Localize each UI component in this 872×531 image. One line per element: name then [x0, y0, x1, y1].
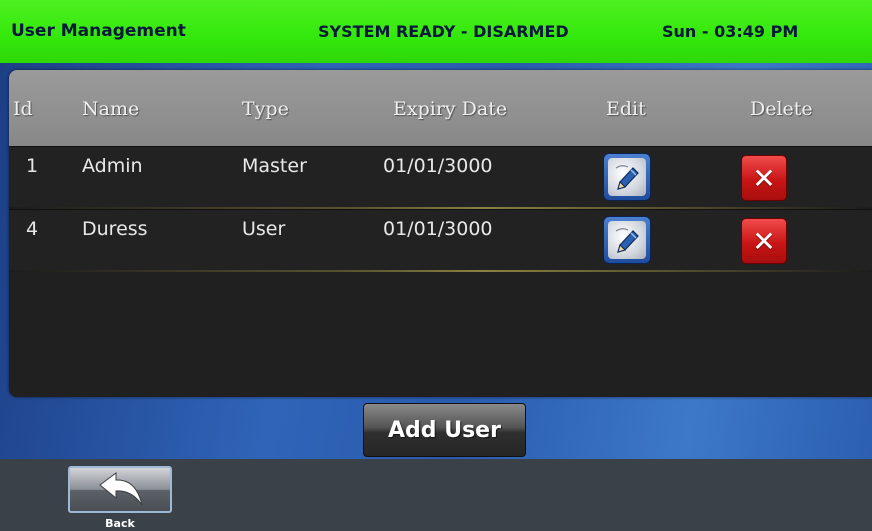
table-row[interactable]: 1 Admin Master 01/01/3000 ✕ — [9, 146, 872, 209]
column-header-type: Type — [242, 98, 289, 120]
column-header-delete: Delete — [750, 98, 813, 120]
add-user-button[interactable]: Add User — [363, 403, 526, 457]
status-bar: User Management SYSTEM READY - DISARMED … — [0, 0, 872, 63]
column-header-edit: Edit — [606, 98, 646, 120]
pencil-edit-icon — [608, 221, 646, 259]
row-expiry: 01/01/3000 — [383, 218, 493, 240]
delete-user-button[interactable]: ✕ — [741, 155, 787, 201]
edit-user-button[interactable] — [603, 153, 651, 201]
add-user-label: Add User — [388, 417, 501, 443]
row-id: 1 — [26, 155, 39, 177]
back-arrow-icon — [99, 471, 143, 505]
row-name: Admin — [82, 155, 143, 177]
page-title: User Management — [11, 21, 186, 41]
close-x-icon: ✕ — [752, 161, 776, 195]
delete-user-button[interactable]: ✕ — [741, 218, 787, 264]
row-type: User — [242, 218, 286, 240]
table-row[interactable]: 4 Duress User 01/01/3000 ✕ — [9, 209, 872, 272]
row-divider — [9, 270, 872, 272]
footer-bar: Back — [0, 459, 872, 531]
user-table: Id Name Type Expiry Date Edit Delete 1 A… — [9, 70, 872, 397]
row-type: Master — [242, 155, 307, 177]
clock: Sun - 03:49 PM — [662, 22, 799, 41]
column-header-expiry: Expiry Date — [393, 98, 508, 120]
table-header: Id Name Type Expiry Date Edit Delete — [9, 70, 872, 146]
column-header-id: Id — [13, 98, 33, 120]
row-expiry: 01/01/3000 — [383, 155, 493, 177]
back-label: Back — [105, 517, 135, 530]
close-x-icon: ✕ — [752, 224, 776, 258]
column-header-name: Name — [82, 98, 140, 120]
back-button[interactable] — [68, 466, 172, 513]
row-id: 4 — [26, 218, 39, 240]
row-name: Duress — [82, 218, 148, 240]
pencil-edit-icon — [608, 158, 646, 196]
system-status: SYSTEM READY - DISARMED — [318, 22, 569, 41]
edit-user-button[interactable] — [603, 216, 651, 264]
